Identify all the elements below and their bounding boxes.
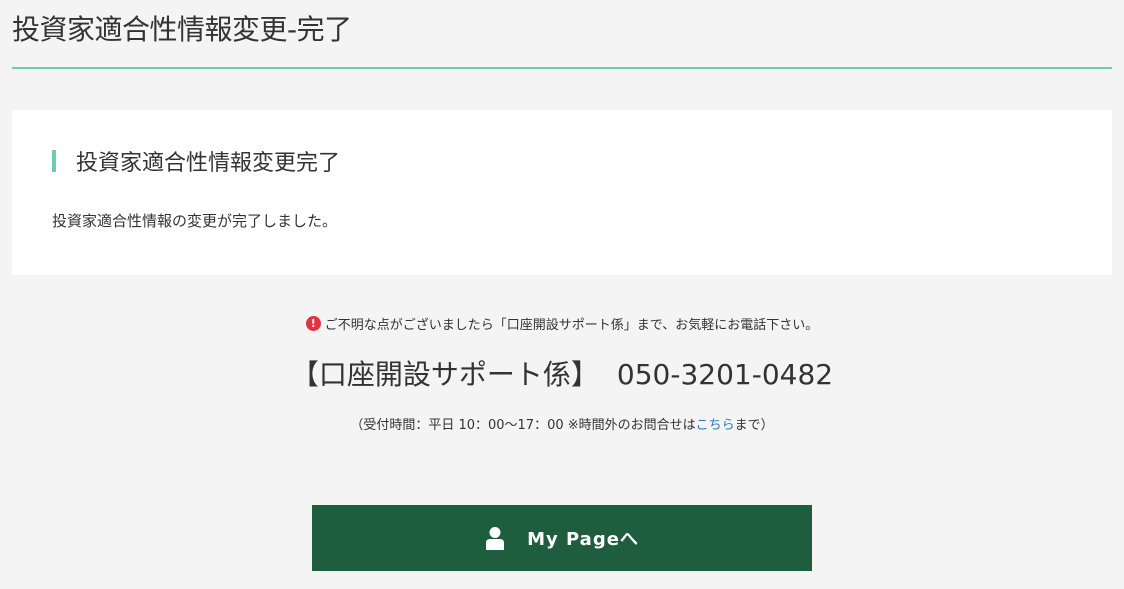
support-phone-number: 050-3201-0482 bbox=[616, 358, 834, 391]
title-divider bbox=[12, 67, 1112, 69]
card-heading-text: 投資家適合性情報変更完了 bbox=[76, 151, 341, 176]
completion-message: 投資家適合性情報の変更が完了しました。 bbox=[52, 212, 338, 230]
support-phone: 【口座開設サポート係】 050-3201-0482 bbox=[0, 353, 1124, 393]
card-heading: 投資家適合性情報変更完了 bbox=[52, 147, 341, 176]
support-notice: ! ご不明な点がございましたら「口座開設サポート係」まで、お気軽にお電話下さい。 bbox=[0, 314, 1124, 333]
heading-accent-bar bbox=[52, 150, 56, 172]
support-hours-text: （受付時間：平日 10：00～17：00 ※時間外のお問合せは bbox=[350, 418, 696, 433]
support-hours: （受付時間：平日 10：00～17：00 ※時間外のお問合せはこちらまで） bbox=[0, 414, 1124, 433]
mypage-button[interactable]: My Pageへ bbox=[312, 505, 812, 571]
mypage-button-label: My Pageへ bbox=[527, 529, 639, 550]
page-title: 投資家適合性情報変更-完了 bbox=[12, 13, 352, 46]
support-notice-text: ご不明な点がございましたら「口座開設サポート係」まで、お気軽にお電話下さい。 bbox=[324, 318, 819, 333]
support-hours-suffix: まで） bbox=[734, 418, 774, 433]
support-desk-name: 【口座開設サポート係】 bbox=[290, 358, 599, 391]
exclamation-circle-icon: ! bbox=[305, 316, 321, 331]
user-icon bbox=[486, 527, 505, 550]
completion-card: 投資家適合性情報変更完了 投資家適合性情報の変更が完了しました。 bbox=[12, 110, 1112, 275]
contact-link[interactable]: こちら bbox=[696, 418, 735, 433]
